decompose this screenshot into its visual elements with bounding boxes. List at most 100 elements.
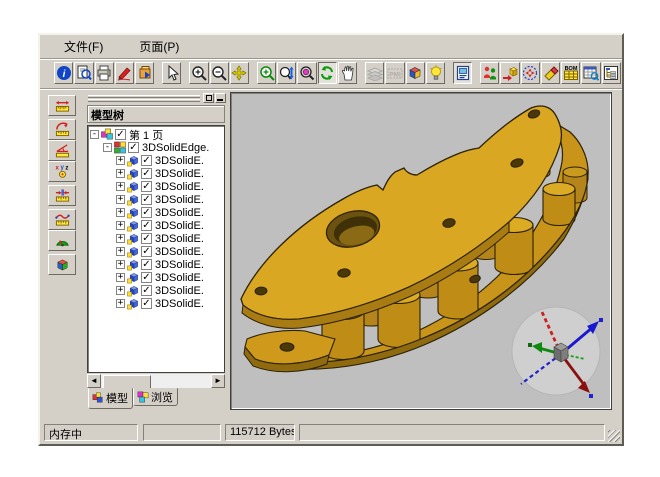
measure-volume-icon (55, 257, 70, 272)
tree-view-button[interactable] (602, 62, 621, 84)
tree-item[interactable]: + ✓3DSolidE. (88, 297, 224, 310)
layers-button[interactable] (365, 62, 384, 84)
expand-icon[interactable]: + (116, 234, 125, 243)
measure-curve-button[interactable] (48, 209, 76, 230)
zoom-window-button[interactable] (257, 62, 276, 84)
visibility-checkbox[interactable]: ✓ (141, 298, 152, 309)
tree-item-label: 3DSolidE. (155, 298, 204, 310)
collapse-icon[interactable]: - (90, 130, 99, 139)
scroll-thumb[interactable] (103, 375, 151, 389)
insert-model-button[interactable] (500, 62, 519, 84)
tree-item[interactable]: +✓3DSolidE. (88, 180, 224, 193)
panel-float-button[interactable] (203, 93, 214, 103)
panel-hide-button[interactable] (215, 93, 226, 103)
print-preview-button[interactable] (74, 62, 93, 84)
scroll-left-button[interactable]: ◄ (87, 374, 101, 388)
visibility-checkbox[interactable]: ✓ (141, 168, 152, 179)
measure-gap-button[interactable] (48, 185, 76, 206)
svg-text:BOM: BOM (564, 66, 577, 72)
zoom-out-button[interactable] (210, 62, 229, 84)
measure-coordinate-button[interactable]: xyz (48, 161, 76, 182)
markup-pen-button[interactable] (115, 62, 134, 84)
tree-item[interactable]: -✓3DSolidEdge. (88, 141, 224, 154)
print-button[interactable] (95, 62, 114, 84)
expand-icon[interactable]: + (116, 286, 125, 295)
measure-angle-button[interactable] (48, 140, 76, 161)
tree-item[interactable]: +✓3DSolidE. (88, 284, 224, 297)
expand-icon[interactable]: + (116, 156, 125, 165)
zoom-in-button[interactable] (189, 62, 208, 84)
browse-tab-icon (137, 391, 149, 403)
views-cube-button[interactable] (406, 62, 425, 84)
tree-item[interactable]: +✓3DSolidE. (88, 232, 224, 245)
expand-icon[interactable]: + (116, 169, 125, 178)
visibility-checkbox[interactable]: ✓ (141, 233, 152, 244)
tree-item[interactable]: + ✓3DSolidE. (88, 219, 224, 232)
visibility-checkbox[interactable]: ✓ (141, 285, 152, 296)
expand-icon[interactable]: + (116, 221, 125, 230)
pan-button[interactable] (230, 62, 249, 84)
export-page-button[interactable] (135, 62, 154, 84)
scroll-right-button[interactable]: ► (211, 374, 225, 388)
expand-icon[interactable]: + (116, 260, 125, 269)
measure-area-button[interactable] (48, 230, 76, 251)
visibility-checkbox[interactable]: ✓ (141, 194, 152, 205)
tree-item[interactable]: +✓3DSolidE. (88, 167, 224, 180)
resize-grip[interactable] (608, 430, 620, 442)
menu-page[interactable]: 页面(P) (135, 36, 183, 57)
light-button[interactable] (426, 62, 445, 84)
collapse-icon[interactable]: - (103, 143, 112, 152)
visibility-checkbox[interactable]: ✓ (141, 181, 152, 192)
report-table-button[interactable] (581, 62, 600, 84)
expand-icon[interactable]: + (116, 208, 125, 217)
pmi-button[interactable]: PMI (385, 62, 404, 84)
menu-file[interactable]: 文件(F) (60, 36, 107, 57)
visibility-checkbox[interactable]: ✓ (141, 272, 152, 283)
visibility-checkbox[interactable]: ✓ (115, 129, 126, 140)
tree-item[interactable]: +✓3DSolidE. (88, 271, 224, 284)
visibility-checkbox[interactable]: ✓ (141, 259, 152, 270)
part-node-icon (126, 271, 140, 284)
bom-icon: BOM (563, 65, 579, 81)
rotate-button[interactable] (318, 62, 337, 84)
panel-gripper[interactable] (86, 92, 226, 104)
info-button[interactable]: i (54, 62, 73, 84)
visibility-checkbox[interactable]: ✓ (141, 220, 152, 231)
orientation-ball[interactable] (512, 307, 603, 398)
visibility-checkbox[interactable]: ✓ (141, 246, 152, 257)
zoom-dynamic-button[interactable] (277, 62, 296, 84)
measure-length-button[interactable] (48, 95, 76, 116)
insert-model-icon (502, 65, 518, 81)
visibility-checkbox[interactable]: ✓ (128, 142, 139, 153)
tree-item[interactable]: +✓3DSolidE. (88, 193, 224, 206)
orbit-button[interactable] (297, 62, 316, 84)
eraser-button[interactable] (541, 62, 560, 84)
expand-icon[interactable]: + (116, 273, 125, 282)
expand-icon[interactable]: + (116, 182, 125, 191)
tab-browse[interactable]: 浏览 (133, 388, 178, 406)
tree-item-label: 3DSolidE. (155, 220, 204, 232)
expand-icon[interactable]: + (116, 299, 125, 308)
measure-radius-button[interactable] (48, 119, 76, 140)
model-canvas[interactable] (230, 92, 612, 410)
notebook-button[interactable] (453, 62, 472, 84)
collaborate-button[interactable] (480, 62, 499, 84)
tab-model[interactable]: 模型 (88, 388, 133, 409)
visibility-checkbox[interactable]: ✓ (141, 207, 152, 218)
tree-item[interactable]: -✓第 1 页 (88, 128, 224, 141)
visibility-checkbox[interactable]: ✓ (141, 155, 152, 166)
tree-item[interactable]: +✓3DSolidE. (88, 258, 224, 271)
hand-pan-button[interactable] (338, 62, 357, 84)
expand-icon[interactable]: + (116, 247, 125, 256)
tree-item[interactable]: +✓3DSolidE. (88, 245, 224, 258)
tree-item-label: 3DSolidE. (155, 155, 204, 167)
tree-item[interactable]: +✓3DSolidE. (88, 206, 224, 219)
layers-icon (367, 65, 383, 81)
expand-icon[interactable]: + (116, 195, 125, 204)
scroll-track[interactable] (151, 374, 211, 388)
tree-item[interactable]: + ✓3DSolidE. (88, 154, 224, 167)
select-button[interactable] (162, 62, 181, 84)
bom-button[interactable]: BOM (561, 62, 580, 84)
measure-volume-button[interactable] (48, 254, 76, 275)
explode-button[interactable] (521, 62, 540, 84)
